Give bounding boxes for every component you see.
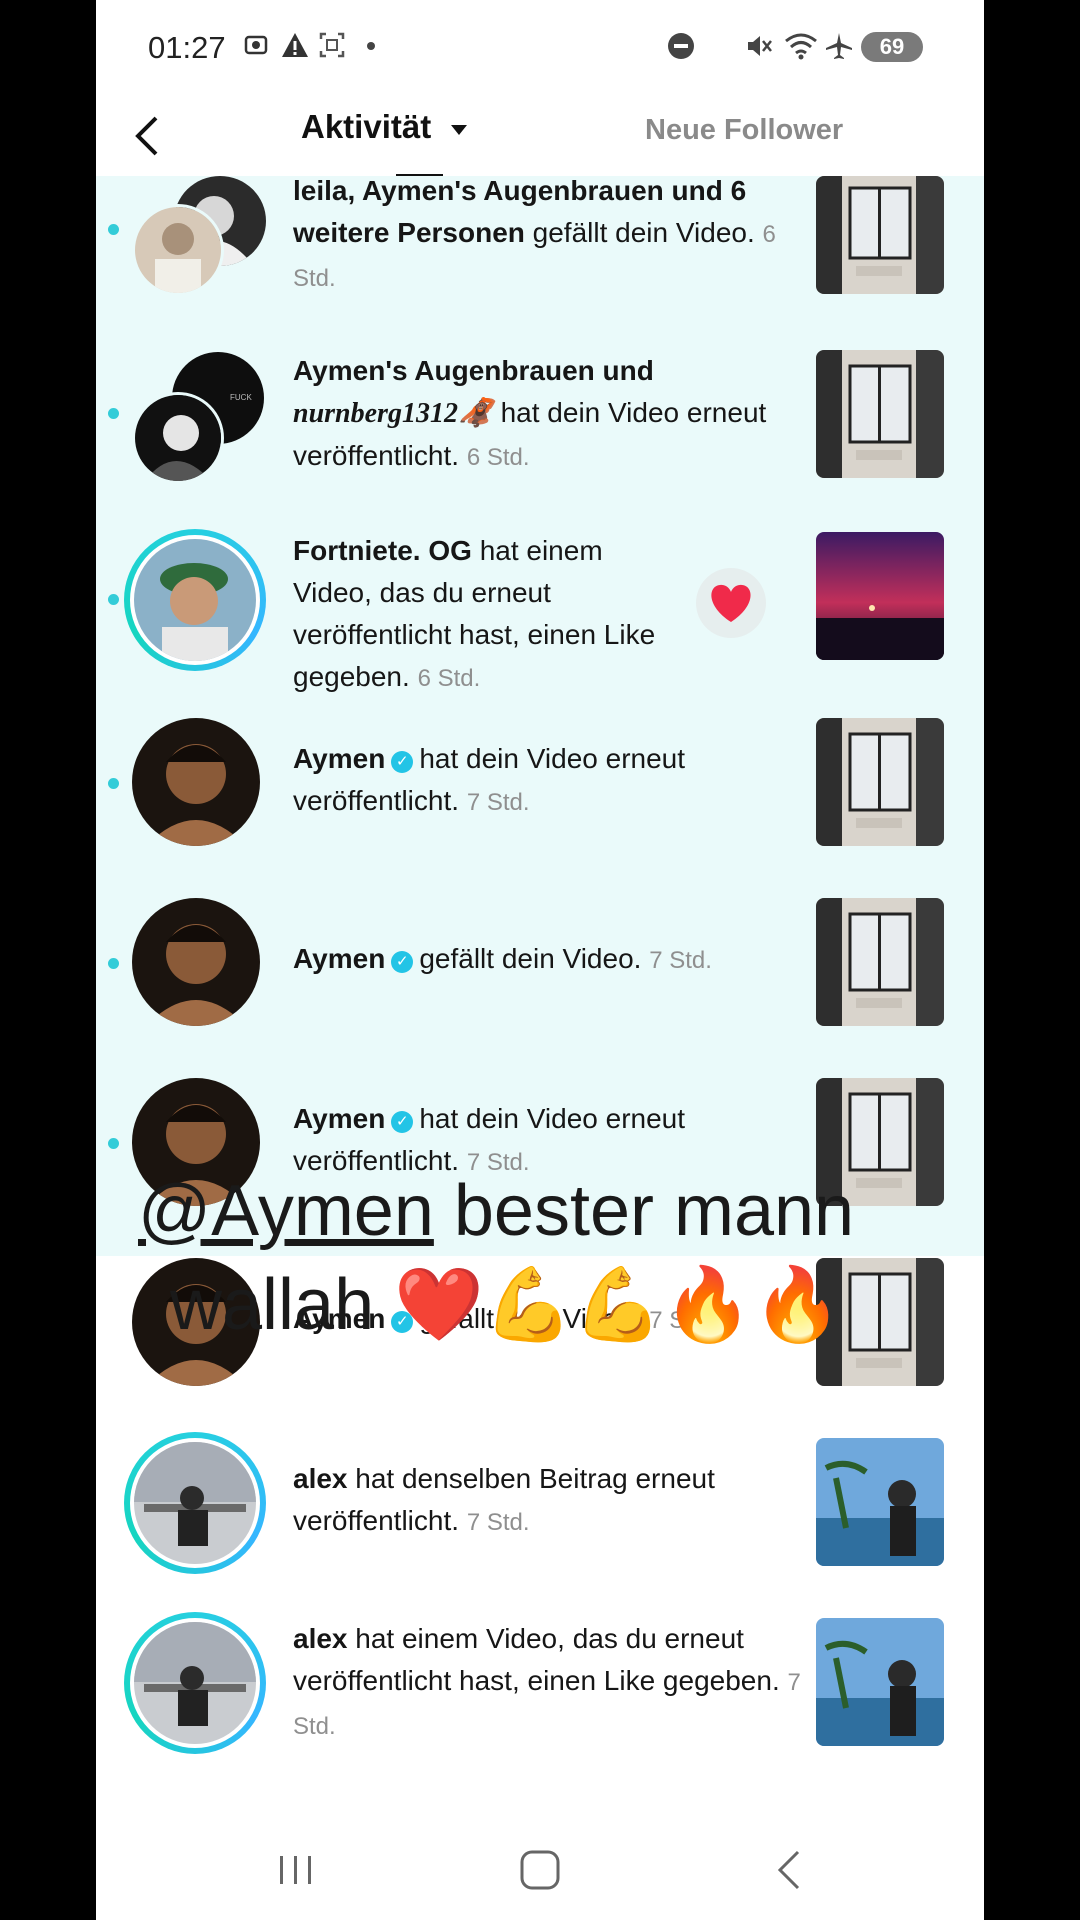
activity-header: Aktivität Neue Follower (96, 96, 984, 178)
video-thumbnail[interactable] (816, 350, 944, 478)
notification-row[interactable]: Fortniete. OG hat einem Video, das du er… (96, 529, 984, 716)
notification-row[interactable]: Aymen ✓ gefällt dein Video. 7 Std. (96, 896, 984, 1076)
phone-screen: 01:27 69 Aktivität Neue Follower leila, … (96, 0, 984, 1920)
notification-action: gefällt dein Video. (419, 943, 642, 974)
video-thumbnail[interactable] (816, 176, 944, 294)
avatar[interactable] (132, 392, 224, 484)
unread-dot (108, 778, 119, 789)
video-thumbnail[interactable] (816, 718, 944, 846)
recent-apps-icon[interactable] (266, 1844, 326, 1896)
avatar[interactable] (134, 539, 256, 661)
actor-name[interactable]: Aymen (293, 743, 385, 774)
verified-badge-icon: ✓ (391, 751, 414, 773)
notification-time: 7 Std. (466, 1509, 530, 1536)
unread-dot (108, 958, 119, 969)
new-followers-tab[interactable]: Neue Follower (645, 114, 843, 147)
actor-name[interactable]: alex (293, 1463, 348, 1494)
notification-time: 7 Std. (649, 947, 712, 974)
actor-name[interactable]: Fortniete. OG (293, 535, 472, 566)
back-arrow-icon[interactable] (126, 110, 170, 160)
actor-name[interactable]: Aymen (293, 943, 385, 974)
battery-icon: 69 (861, 32, 923, 62)
dnd-icon (666, 31, 696, 61)
avatar[interactable] (134, 1442, 256, 1564)
status-bar: 01:27 69 (96, 0, 984, 96)
unread-dot (108, 408, 119, 419)
page-title[interactable]: Aktivität (301, 108, 431, 146)
unread-dot (108, 594, 119, 605)
avatar[interactable] (132, 898, 260, 1026)
notification-row[interactable]: Aymen ✓ hat dein Video erneut veröffentlic… (96, 716, 984, 896)
screen-record-icon (318, 31, 346, 61)
story-ring[interactable] (124, 529, 266, 671)
notification-row[interactable]: leila, Aymen's Augenbrauen und 6 weitere… (96, 175, 984, 352)
notification-time: 6 Std. (417, 665, 481, 692)
video-thumbnail[interactable] (816, 1438, 944, 1566)
avatar[interactable] (134, 1622, 256, 1744)
back-icon[interactable] (760, 1844, 820, 1896)
unread-dot (108, 224, 119, 235)
verified-badge-icon: ✓ (391, 1111, 414, 1133)
actor-name[interactable]: Aymen's Augenbrauen und (293, 355, 654, 386)
wifi-icon (784, 31, 818, 61)
notification-row[interactable]: alex hat einem Video, das du erneut verö… (96, 1612, 984, 1806)
dot-icon (366, 31, 376, 61)
verified-badge-icon: ✓ (391, 951, 414, 973)
notification-time: 7 Std. (466, 789, 530, 816)
notification-action: hat einem Video, das du erneut veröffent… (293, 1623, 780, 1696)
video-thumbnail[interactable] (816, 898, 944, 1026)
actor-name[interactable]: Aymen (293, 1103, 385, 1134)
video-thumbnail[interactable] (816, 1618, 944, 1746)
actor-name[interactable]: nurnberg1312🦧 (293, 398, 493, 429)
mention-tag[interactable]: @Aymen (138, 1171, 434, 1251)
actor-name[interactable]: alex (293, 1623, 348, 1654)
video-thumbnail[interactable] (816, 532, 944, 660)
mute-icon (744, 31, 774, 61)
unread-dot (108, 1138, 119, 1149)
avatar[interactable] (132, 204, 224, 296)
home-icon[interactable] (510, 1844, 570, 1896)
notification-time: 6 Std. (466, 444, 530, 471)
notification-row[interactable]: alex hat denselben Beitrag erneut veröff… (96, 1432, 984, 1616)
system-nav-bar (96, 1820, 984, 1920)
screenshot-icon (242, 31, 270, 61)
status-time: 01:27 (148, 30, 226, 65)
airplane-icon (824, 31, 854, 61)
caption-overlay-line1: @Aymen bester mann (138, 1171, 855, 1251)
story-ring[interactable] (124, 1612, 266, 1754)
caret-down-icon[interactable] (450, 120, 468, 143)
like-reaction-badge (696, 568, 766, 638)
svg-text:FUCK: FUCK (230, 393, 252, 402)
warning-icon (280, 31, 310, 61)
avatar[interactable] (132, 718, 260, 846)
story-ring[interactable] (124, 1432, 266, 1574)
caption-overlay-line2: wallah ❤️💪💪🔥🔥 (170, 1265, 843, 1345)
notification-action: gefällt dein Video. (532, 217, 755, 248)
